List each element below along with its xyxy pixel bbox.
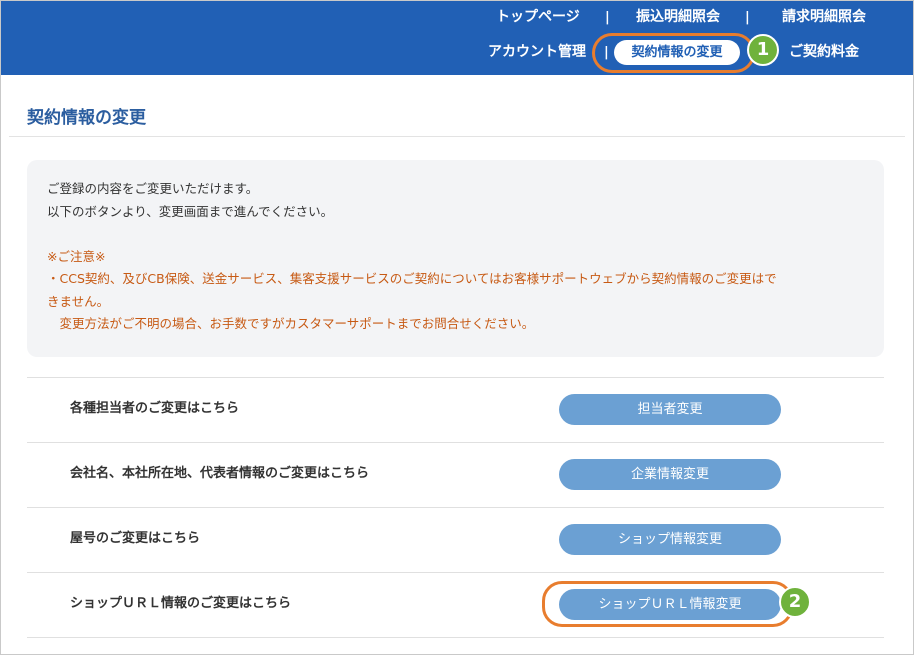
header-bar: トップページ | 振込明細照会 | 請求明細照会 アカウント管理 | 契約情報の…	[0, 0, 914, 75]
step-badge-1: 1	[747, 34, 779, 66]
nav-account-management[interactable]: アカウント管理	[488, 43, 586, 61]
row-divider	[27, 637, 884, 638]
row-divider	[27, 442, 884, 443]
caution-text-line: ・CCS契約、及びCB保険、送金サービス、集客支援サービスのご契約についてはお客…	[47, 271, 777, 286]
nav-separator: |	[605, 10, 610, 25]
row-label-contact-person: 各種担当者のご変更はこちら	[70, 401, 240, 416]
row-label-shop-url: ショップＵＲＬ情報のご変更はこちら	[70, 596, 292, 611]
nav-separator: |	[745, 10, 750, 25]
change-shop-url-button[interactable]: ショップＵＲＬ情報変更	[559, 589, 781, 620]
caution-title: ※ご注意※	[47, 249, 106, 264]
nav-billing-statement[interactable]: 請求明細照会	[782, 8, 866, 26]
caution-text-line: 変更方法がご不明の場合、お手数ですがカスタマーサポートまでお問合せください。	[47, 316, 535, 331]
nav-top-page[interactable]: トップページ	[496, 8, 580, 26]
nav-contract-fee[interactable]: ご契約料金	[789, 43, 859, 61]
caution-text-line: きません。	[47, 294, 110, 309]
notice-box: ご登録の内容をご変更いただけます。 以下のボタンより、変更画面まで進んでください…	[27, 160, 884, 357]
row-label-company-info: 会社名、本社所在地、代表者情報のご変更はこちら	[70, 466, 370, 481]
change-contact-person-button[interactable]: 担当者変更	[559, 394, 781, 425]
row-label-shop-name: 屋号のご変更はこちら	[70, 531, 201, 546]
row-divider	[27, 377, 884, 378]
divider	[9, 136, 905, 137]
nav-transfer-statement[interactable]: 振込明細照会	[636, 8, 720, 26]
page-title: 契約情報の変更	[27, 108, 146, 128]
nav-contract-change-active[interactable]: 契約情報の変更	[614, 40, 740, 65]
notice-text-line: 以下のボタンより、変更画面まで進んでください。	[47, 204, 334, 219]
change-company-info-button[interactable]: 企業情報変更	[559, 459, 781, 490]
change-shop-info-button[interactable]: ショップ情報変更	[559, 524, 781, 555]
row-divider	[27, 572, 884, 573]
notice-text-line: ご登録の内容をご変更いただけます。	[47, 181, 259, 196]
nav-separator: |	[604, 45, 609, 60]
step-badge-2: 2	[779, 586, 811, 618]
row-divider	[27, 507, 884, 508]
